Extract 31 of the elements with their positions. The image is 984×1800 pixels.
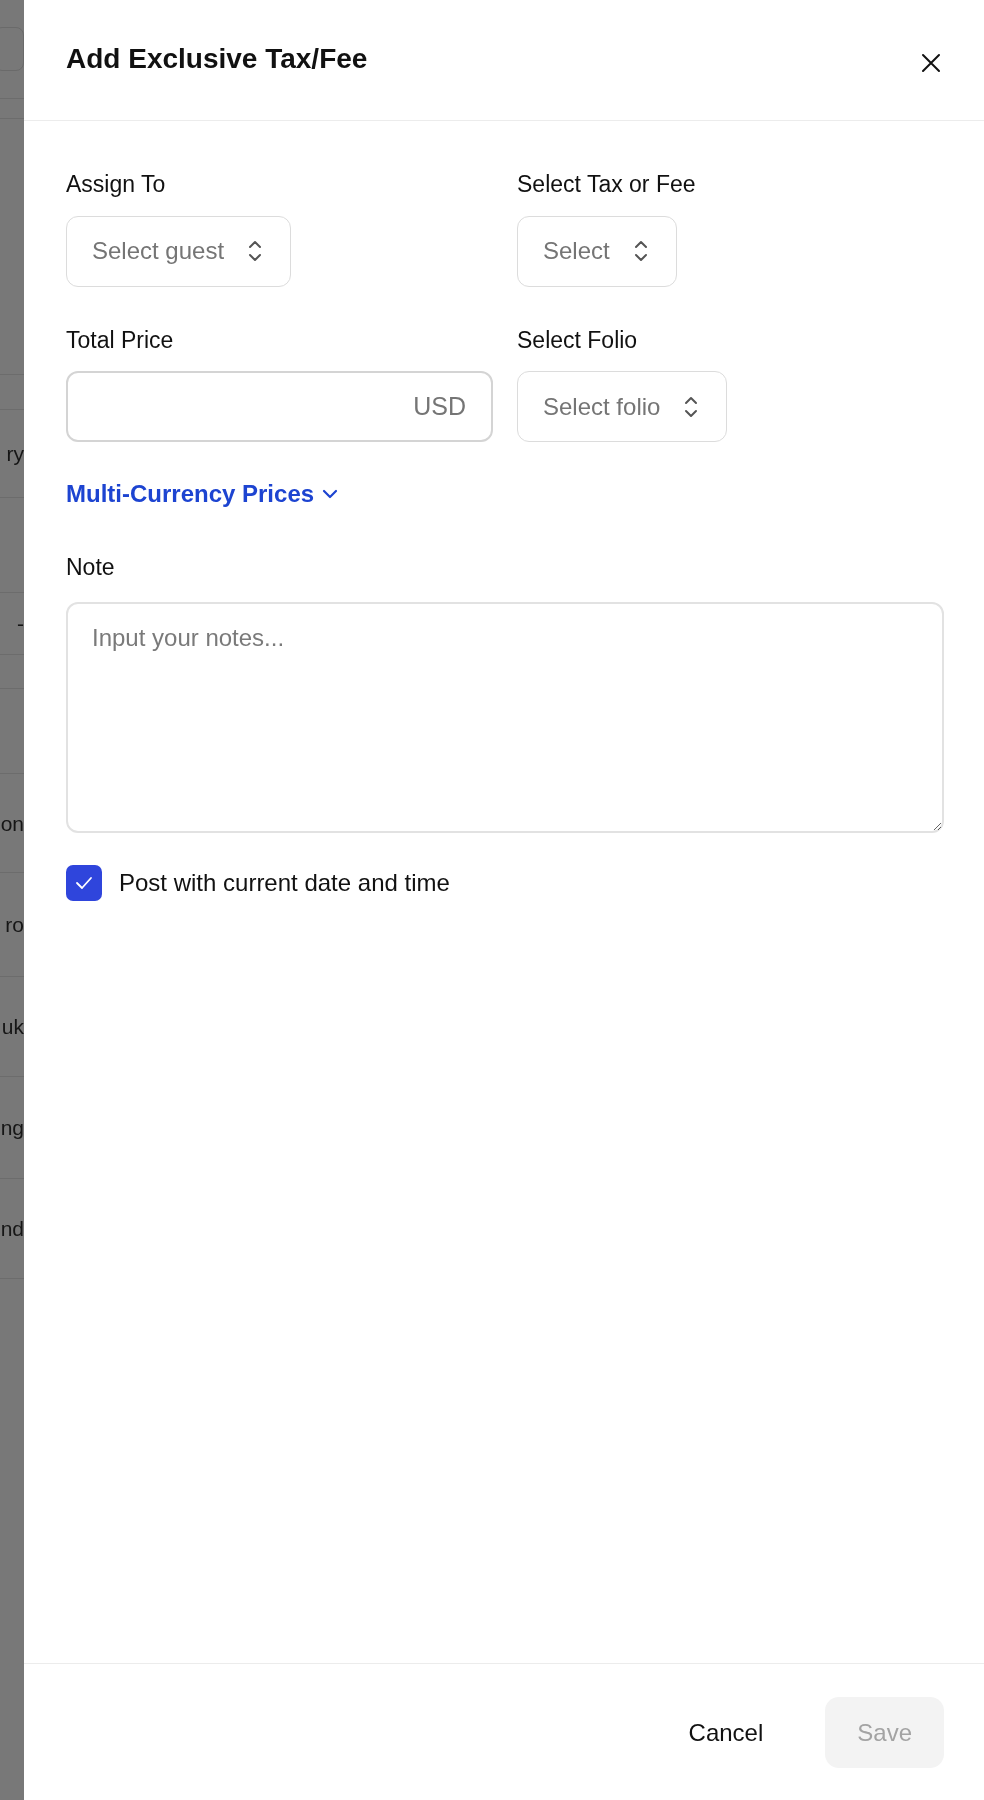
- select-placeholder: Select folio: [543, 391, 661, 422]
- chevron-up-down-icon: [633, 239, 648, 263]
- backdrop-text: uk: [1, 1016, 24, 1037]
- field-label: Note: [66, 553, 116, 582]
- backdrop-text: nd: [0, 1218, 24, 1239]
- cancel-button[interactable]: Cancel: [656, 1697, 796, 1768]
- backdrop-text: ro: [5, 914, 24, 935]
- select-field[interactable]: Select folio: [517, 371, 728, 442]
- chevron-up-down-icon: [684, 394, 699, 419]
- close-icon: [921, 53, 941, 73]
- check-icon: [75, 875, 93, 890]
- price-field[interactable]: USD: [66, 371, 493, 442]
- backdrop-text: -: [17, 613, 24, 634]
- select-placeholder: Select: [543, 236, 610, 266]
- backdrop-text: ng: [0, 1117, 24, 1138]
- checkbox[interactable]: [66, 864, 102, 901]
- backdrop-text: on: [0, 812, 24, 834]
- backdrop-text: ry: [6, 443, 24, 464]
- select-field[interactable]: Select: [517, 215, 677, 287]
- note-textarea[interactable]: Input your notes...: [66, 601, 944, 833]
- select-placeholder: Select guest: [92, 236, 225, 266]
- checkbox-label: Post with current date and time: [119, 867, 450, 898]
- dialog-title: Add Exclusive Tax/Fee: [66, 42, 368, 76]
- multi-currency-link[interactable]: Multi-Currency Prices: [66, 476, 339, 512]
- currency-suffix: USD: [413, 390, 466, 422]
- select-field[interactable]: Select guest: [66, 215, 292, 287]
- field-label: Total Price: [66, 325, 175, 355]
- field-label: Assign To: [66, 170, 167, 199]
- field-label: Select Folio: [517, 325, 639, 355]
- field-label: Select Tax or Fee: [517, 170, 697, 199]
- chevron-up-down-icon: [248, 239, 263, 263]
